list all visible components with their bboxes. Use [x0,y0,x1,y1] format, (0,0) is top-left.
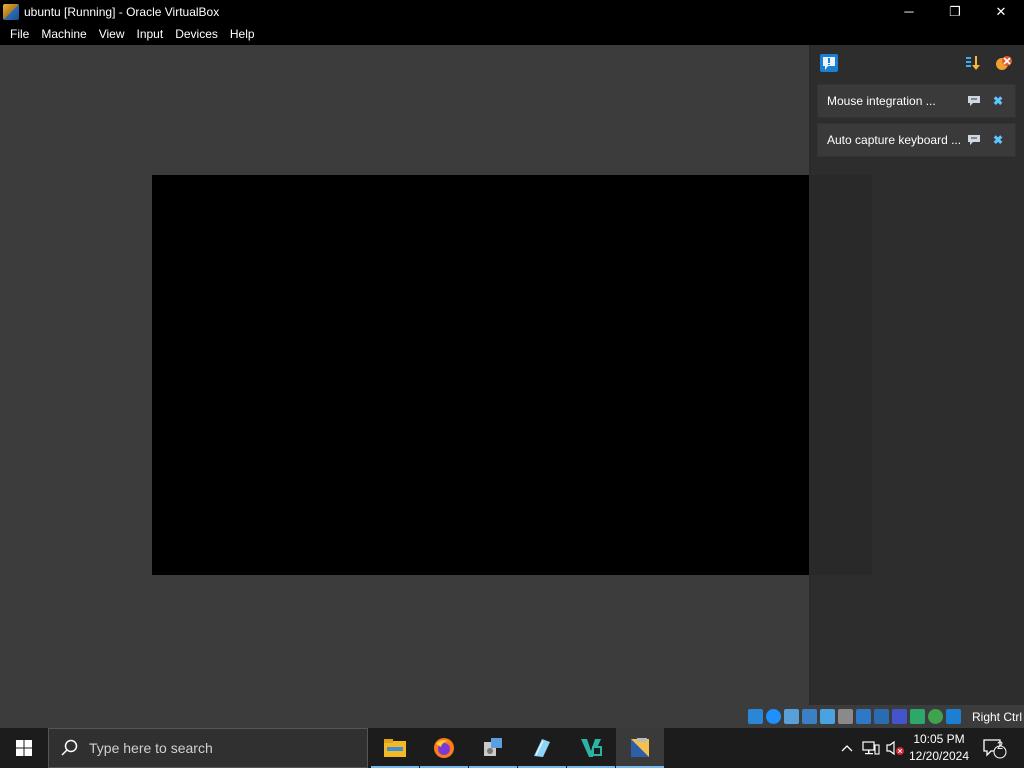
taskbar-clock[interactable]: 10:05 PM 12/20/2024 [905,731,973,765]
optical-drive-icon[interactable] [766,709,781,724]
usb-icon[interactable] [820,709,835,724]
notification-center: Mouse integration ... ✖ Auto capture key… [809,45,1024,705]
search-icon [61,739,79,757]
cpu-icon[interactable] [910,709,925,724]
close-button[interactable]: ✕ [978,0,1024,23]
notepad-icon [534,739,550,757]
dismiss-all-icon[interactable] [994,53,1014,73]
search-placeholder: Type here to search [89,740,213,756]
menu-bar: File Machine View Input Devices Help [0,23,1024,45]
network-tray-button[interactable] [860,728,882,768]
volume-tray-button[interactable] [884,728,906,768]
host-key-label: Right Ctrl [972,710,1023,724]
taskbar-installer[interactable] [469,728,517,768]
title-bar: ubuntu [Running] - Oracle VirtualBox ─ ❐… [0,0,1024,23]
video-capture-icon[interactable] [874,709,889,724]
taskbar-search[interactable]: Type here to search [48,728,368,768]
hard-disk-icon[interactable] [748,709,763,724]
notification-center-icon[interactable] [819,53,839,73]
network-icon [862,741,880,755]
notification-text: Mouse integration ... [827,94,936,108]
menu-view[interactable]: View [93,23,131,45]
window-title: ubuntu [Running] - Oracle VirtualBox [24,4,220,19]
close-icon[interactable]: ✖ [991,94,1005,108]
app-installer-icon [484,738,502,756]
taskbar-notepad[interactable] [518,728,566,768]
clock-time: 10:05 PM [913,732,965,746]
taskbar: Type here to search 10:05 PM 12/20/2024 [0,728,1024,768]
menu-devices[interactable]: Devices [169,23,224,45]
taskbar-visual-studio[interactable] [567,728,615,768]
notification-item[interactable]: Mouse integration ... ✖ [817,84,1016,118]
volume-muted-icon [886,740,904,756]
menu-machine[interactable]: Machine [35,23,92,45]
sort-icon[interactable] [963,53,983,73]
taskbar-file-explorer[interactable] [371,728,419,768]
virtualbox-icon [631,738,649,757]
help-icon[interactable] [967,95,981,107]
start-button[interactable] [0,728,48,768]
display-icon[interactable] [856,709,871,724]
notification-toolbar [811,45,1024,81]
windows-logo-icon [16,740,32,756]
menu-file[interactable]: File [4,23,35,45]
keyboard-capture-icon[interactable] [946,709,961,724]
help-icon[interactable] [967,134,981,146]
clock-date: 12/20/2024 [908,749,970,763]
menu-input[interactable]: Input [131,23,170,45]
file-explorer-icon [384,739,406,757]
shared-folders-icon[interactable] [838,709,853,724]
chevron-up-icon [841,745,853,752]
notification-count-badge: 2 [996,740,1004,752]
mouse-integration-icon[interactable] [928,709,943,724]
taskbar-virtualbox[interactable] [616,728,664,768]
status-icons [748,709,961,724]
audio-icon[interactable] [784,709,799,724]
action-center-button[interactable]: 2 [978,728,1010,768]
vm-status-bar: Right Ctrl [0,707,1024,728]
firefox-icon [434,738,454,758]
menu-help[interactable]: Help [224,23,261,45]
taskbar-firefox[interactable] [420,728,468,768]
visual-studio-icon [581,739,602,757]
close-icon[interactable]: ✖ [991,133,1005,147]
show-hidden-icons-button[interactable] [838,728,856,768]
virtualization-icon[interactable] [892,709,907,724]
guest-screen[interactable] [152,175,872,575]
restore-button[interactable]: ❐ [932,0,978,23]
notification-item[interactable]: Auto capture keyboard ... ✖ [817,123,1016,157]
virtualbox-logo-icon [3,3,19,20]
notification-text: Auto capture keyboard ... [827,133,962,147]
minimize-button[interactable]: ─ [886,0,932,23]
network-icon[interactable] [802,709,817,724]
